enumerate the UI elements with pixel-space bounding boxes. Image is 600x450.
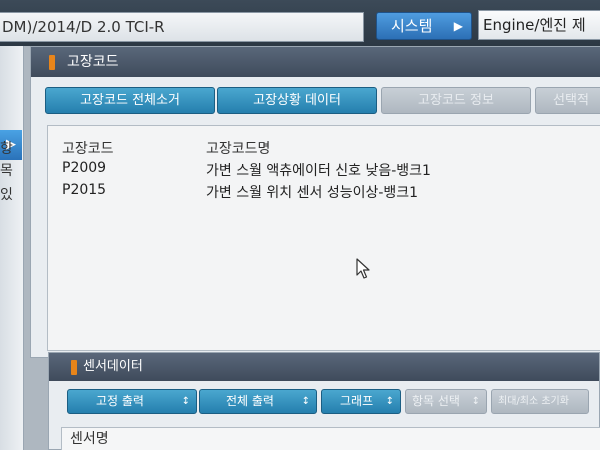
left-panel-char: 목 <box>0 163 13 179</box>
left-side-panel: ▶ 항 목 있 <box>0 46 24 450</box>
top-header-bar: DM)/2014/D 2.0 TCI-R 시스템 ▶ Engine/엔진 제 <box>0 0 600 46</box>
column-header-sensor-name: 센서명 <box>70 431 109 447</box>
fixed-output-button[interactable]: 고정 출력 ↕ <box>67 389 197 414</box>
sensor-data-panel: 센서데이터 고정 출력 ↕ 전체 출력 ↕ 그래프 ↕ 항목 선택 ↕ 최대/최… <box>48 352 600 450</box>
system-button-label: 시스템 <box>391 17 433 35</box>
fixed-output-label: 고정 출력 <box>96 394 144 408</box>
updown-arrow-icon: ↕ <box>301 396 310 407</box>
dtc-panel: 고장코드 고장코드 전체소거 고장상황 데이터 고장코드 정보 선택적 고장코드… <box>30 46 600 358</box>
left-panel-char: 있 <box>0 187 13 203</box>
clear-all-dtc-button[interactable]: 고장코드 전체소거 <box>45 87 215 114</box>
table-row[interactable]: P2015 가변 스월 위치 센서 성능이상-뱅크1 <box>48 182 600 204</box>
item-select-button[interactable]: 항목 선택 ↕ <box>405 389 487 414</box>
title-marker-icon <box>71 360 77 375</box>
graph-button[interactable]: 그래프 ↕ <box>321 389 401 414</box>
dtc-name: 가변 스월 액츄에이터 신호 낮음-뱅크1 <box>206 163 431 179</box>
vehicle-info-field: DM)/2014/D 2.0 TCI-R <box>0 12 364 42</box>
column-header-name: 고장코드명 <box>206 141 271 157</box>
dtc-code: P2009 <box>62 160 107 176</box>
dtc-panel-title-bar: 고장코드 <box>31 47 600 77</box>
reset-minmax-button[interactable]: 최대/최소 초기화 <box>491 389 589 414</box>
sensor-table-header: 센서명 <box>61 427 600 450</box>
full-output-label: 전체 출력 <box>226 394 274 408</box>
column-header-code: 고장코드 <box>62 141 114 157</box>
full-output-button[interactable]: 전체 출력 ↕ <box>199 389 317 414</box>
selective-button[interactable]: 선택적 <box>535 87 600 114</box>
updown-arrow-icon: ↕ <box>181 396 190 407</box>
dtc-table: 고장코드 고장코드명 P2009 가변 스월 액츄에이터 신호 낮음-뱅크1 P… <box>47 125 600 351</box>
item-select-label: 항목 선택 <box>412 394 460 408</box>
chevron-right-icon: ▶ <box>453 19 463 33</box>
system-value-field: Engine/엔진 제 <box>478 10 600 40</box>
mouse-pointer-icon <box>356 258 370 279</box>
dtc-info-button[interactable]: 고장코드 정보 <box>381 87 531 114</box>
updown-arrow-icon: ↕ <box>471 396 480 407</box>
system-select-button[interactable]: 시스템 ▶ <box>376 12 472 40</box>
graph-label: 그래프 <box>340 394 374 408</box>
title-marker-icon <box>49 55 55 70</box>
dtc-panel-title: 고장코드 <box>67 54 119 70</box>
freeze-frame-data-button[interactable]: 고장상황 데이터 <box>217 87 377 114</box>
table-row[interactable]: P2009 가변 스월 액츄에이터 신호 낮음-뱅크1 <box>48 160 600 182</box>
sensor-panel-title-bar: 센서데이터 <box>49 353 599 381</box>
dtc-name: 가변 스월 위치 센서 성능이상-뱅크1 <box>206 185 419 201</box>
left-panel-char: 항 <box>0 141 13 157</box>
dtc-code: P2015 <box>62 182 107 198</box>
updown-arrow-icon: ↕ <box>385 396 394 407</box>
sensor-panel-title: 센서데이터 <box>83 359 143 374</box>
